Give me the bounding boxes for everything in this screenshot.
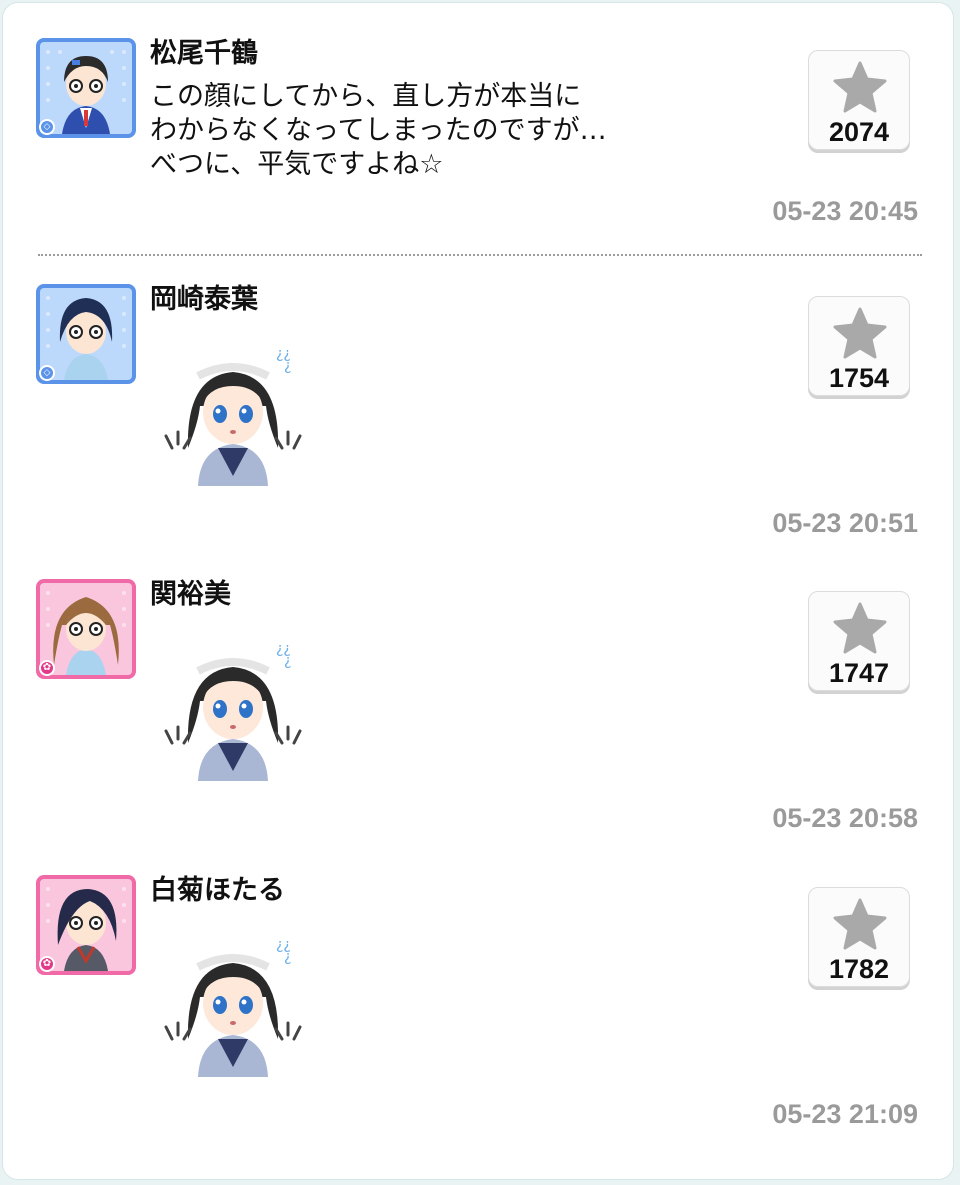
commenter-name: 岡崎泰葉 <box>150 284 258 315</box>
commenter-name: 松尾千鶴 <box>150 38 258 69</box>
timestamp: 05-23 20:51 <box>772 508 918 538</box>
flower-icon: ✿ <box>39 660 55 676</box>
divider <box>38 254 922 256</box>
like-count: 1747 <box>828 658 890 688</box>
svg-text:¿: ¿ <box>284 358 291 374</box>
surprised-girl-sticker: ¿¿ ¿ <box>158 336 308 486</box>
like-button[interactable]: 2074 <box>808 50 910 150</box>
flower-icon: ✿ <box>39 956 55 972</box>
like-count: 2074 <box>828 117 890 147</box>
avatar[interactable]: ◇ <box>36 38 136 138</box>
comment-message: この顔にしてから、直し方が本当に わからなくなってしまったのですが… べつに、平… <box>150 80 607 182</box>
message-line: わからなくなってしまったのですが… <box>150 115 607 146</box>
like-count: 1782 <box>828 954 890 984</box>
diamond-icon: ◇ <box>39 119 55 135</box>
timestamp: 05-23 21:09 <box>772 1099 918 1129</box>
avatar[interactable]: ✿ <box>36 579 136 679</box>
svg-text:¿: ¿ <box>284 949 291 965</box>
like-count: 1754 <box>828 363 890 393</box>
message-line: この顔にしてから、直し方が本当に <box>150 81 582 112</box>
timestamp: 05-23 20:58 <box>772 803 918 833</box>
like-button[interactable]: 1754 <box>808 296 910 396</box>
like-button[interactable]: 1747 <box>808 591 910 691</box>
avatar[interactable]: ◇ <box>36 284 136 384</box>
message-line: べつに、平気ですよね☆ <box>150 149 444 180</box>
surprised-girl-sticker: ¿¿ ¿ <box>158 631 308 781</box>
like-button[interactable]: 1782 <box>808 887 910 987</box>
commenter-name: 関裕美 <box>150 579 231 610</box>
avatar[interactable]: ✿ <box>36 875 136 975</box>
surprised-girl-sticker: ¿¿ ¿ <box>158 927 308 1077</box>
commenter-name: 白菊ほたる <box>150 875 285 906</box>
star-icon <box>833 602 887 654</box>
star-icon <box>833 61 887 113</box>
star-icon <box>833 307 887 359</box>
diamond-icon: ◇ <box>39 365 55 381</box>
svg-text:¿: ¿ <box>284 653 291 669</box>
star-icon <box>833 898 887 950</box>
timestamp: 05-23 20:45 <box>772 196 918 226</box>
